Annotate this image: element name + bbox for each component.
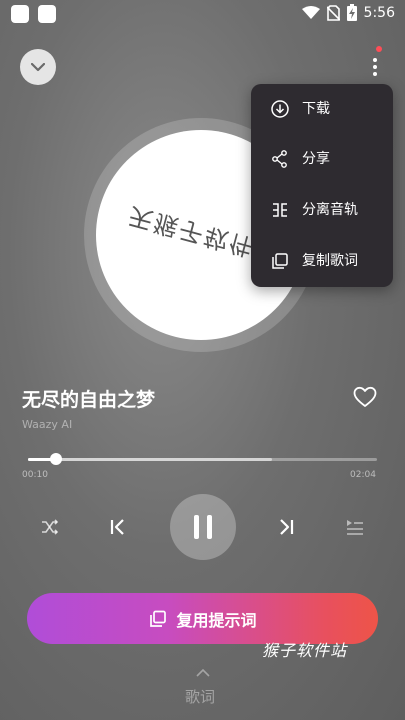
shuffle-icon — [42, 519, 59, 535]
queue-button[interactable] — [343, 515, 367, 539]
wifi-icon — [301, 5, 320, 19]
skip-next-icon — [280, 519, 294, 535]
previous-button[interactable] — [105, 514, 131, 540]
progress-buffered — [28, 458, 273, 461]
reuse-prompt-label: 复用提示词 — [176, 610, 257, 630]
app-square-icon — [38, 5, 56, 23]
lyrics-toggle[interactable]: 歌词 — [185, 686, 215, 707]
watermark: 猴子软件站 — [262, 641, 348, 660]
current-time: 00:10 — [22, 470, 48, 480]
menu-item-copy-lyrics[interactable]: 复制歌词 — [251, 236, 393, 286]
copy-icon — [150, 610, 167, 627]
play-pause-button[interactable] — [170, 494, 236, 560]
no-sim-icon — [326, 4, 340, 21]
split-track-icon — [273, 203, 287, 217]
status-bar: 5:56 — [0, 0, 405, 30]
progress-bar[interactable] — [28, 458, 377, 461]
artist-name[interactable]: Waazy AI — [22, 418, 72, 431]
share-icon — [272, 150, 287, 168]
chevron-up-icon[interactable] — [196, 669, 210, 677]
menu-item-label: 分享 — [302, 151, 330, 167]
heart-icon — [353, 386, 377, 407]
notification-dot — [376, 46, 382, 52]
skip-previous-icon — [110, 519, 124, 535]
menu-item-label: 复制歌词 — [302, 253, 358, 269]
total-time: 02:04 — [350, 470, 376, 480]
shuffle-button[interactable] — [38, 515, 62, 539]
more-vertical-icon — [373, 58, 377, 76]
battery-charging-icon — [346, 4, 357, 21]
status-icons: 5:56 — [301, 4, 395, 21]
progress-handle[interactable] — [49, 453, 62, 465]
menu-item-download[interactable]: 下载 — [251, 84, 393, 134]
queue-icon — [347, 520, 363, 535]
menu-item-label: 分离音轨 — [302, 202, 358, 218]
copy-icon — [272, 253, 288, 269]
more-options-button[interactable] — [362, 52, 388, 82]
status-time: 5:56 — [363, 4, 395, 21]
app-square-icon — [11, 5, 29, 23]
menu-item-share[interactable]: 分享 — [251, 134, 393, 184]
download-icon — [271, 100, 289, 118]
pause-icon — [194, 515, 212, 539]
like-button[interactable] — [353, 386, 377, 408]
options-menu: 下载 分享 分离音轨 复制歌词 — [251, 84, 393, 287]
song-title: 无尽的自由之梦 — [22, 389, 156, 411]
next-button[interactable] — [273, 514, 299, 540]
menu-item-label: 下载 — [302, 101, 330, 117]
collapse-button[interactable] — [20, 49, 56, 85]
chevron-down-icon — [31, 62, 45, 71]
menu-item-split-track[interactable]: 分离音轨 — [251, 185, 393, 235]
